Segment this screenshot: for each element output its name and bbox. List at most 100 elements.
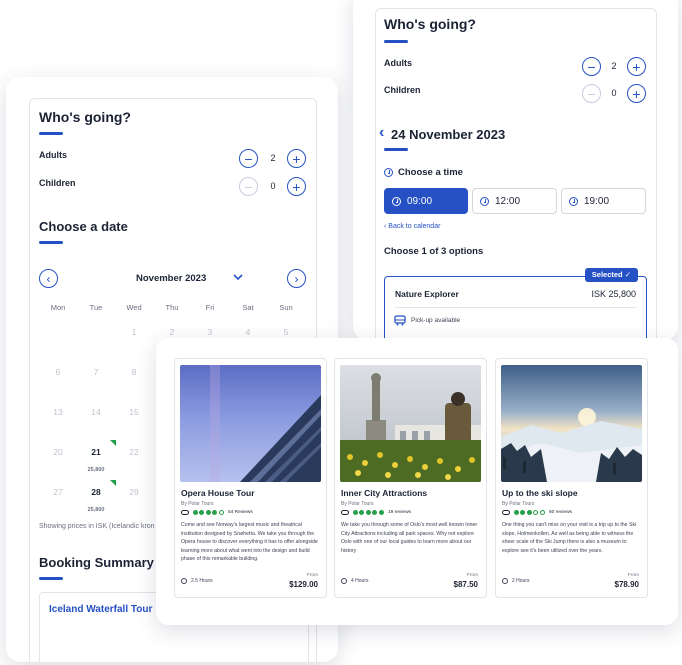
tour-duration: 4 Hours (341, 578, 369, 584)
time-slot-1200[interactable]: 12:00 (472, 188, 557, 214)
plus-icon: + (292, 178, 301, 195)
clock-icon (569, 196, 578, 206)
tour-rating: 19 reviews (341, 510, 411, 515)
calendar-day: 29 (129, 487, 139, 497)
tour-description: Come and see Norway's largest music and … (181, 522, 318, 562)
tour-card[interactable]: Inner City Attractions By Polar Tours 19… (334, 358, 487, 598)
ski-slope-illustration (501, 408, 642, 482)
calendar-day: 13 (53, 407, 63, 417)
adults-minus-button[interactable]: − (239, 149, 258, 168)
clock-icon (392, 196, 401, 206)
children-label: Children (39, 178, 76, 188)
weekday-label: Thu (165, 303, 179, 312)
review-count: 60 reviews (549, 510, 572, 515)
tour-title[interactable]: Up to the ski slope (502, 488, 578, 498)
plus-icon: + (632, 85, 641, 102)
calendar-day: 2 (169, 327, 175, 337)
tour-title[interactable]: Inner City Attractions (341, 488, 427, 498)
rating-dot-empty (539, 510, 545, 515)
minus-icon: − (244, 150, 253, 167)
rating-dot-filled (520, 510, 525, 515)
tour-operator: By Polar Tours (341, 501, 374, 507)
choose-time-heading: Choose a time (384, 167, 463, 178)
rating-dot-filled (192, 510, 198, 515)
whos-going-title: Who's going? (384, 16, 476, 32)
clock-icon (181, 578, 187, 584)
chevron-left-icon: ‹ (46, 271, 51, 286)
children-count: 0 (611, 88, 617, 98)
calendar-day: 14 (91, 407, 101, 417)
adults-minus-button[interactable]: − (582, 57, 601, 76)
plus-icon: + (292, 150, 301, 167)
rating-dot-filled (352, 510, 358, 515)
rating-dot-filled (365, 510, 371, 515)
tour-price: $78.90 (614, 580, 639, 589)
time-slot-1900[interactable]: 19:00 (561, 188, 646, 214)
calendar-day: 1 (131, 327, 137, 337)
summary-tour-name: Iceland Waterfall Tour (49, 604, 153, 615)
adults-count: 2 (611, 61, 617, 71)
minus-icon: − (587, 85, 596, 102)
rating-dot-empty (533, 510, 538, 515)
title-underline (384, 148, 408, 151)
day-price: 25,800 (87, 467, 105, 473)
tour-card[interactable]: Opera House Tour By Polar Tours 54 Revie… (174, 358, 327, 598)
calendar-day: 8 (131, 367, 137, 377)
tour-image-ski (501, 365, 642, 482)
option-card-nature-explorer[interactable]: Selected ✓ Nature Explorer ISK 25,800 Pi… (384, 268, 647, 340)
adults-plus-button[interactable]: + (287, 149, 306, 168)
children-plus-button[interactable]: + (627, 84, 646, 103)
duration-text: 2 Hours (512, 578, 530, 584)
children-minus-button[interactable]: − (582, 84, 601, 103)
calendar-day: 5 (283, 327, 289, 337)
clock-icon (384, 168, 393, 177)
rating-dot-filled (212, 510, 217, 515)
adults-label: Adults (384, 58, 412, 68)
duration-text: 2.5 Hours (191, 578, 213, 584)
tripadvisor-owl-icon (181, 510, 189, 515)
back-to-calendar-chevron[interactable]: ‹ (379, 124, 384, 142)
whos-going-title: Who's going? (39, 109, 131, 125)
adults-label: Adults (39, 150, 67, 160)
prev-month-button[interactable]: ‹ (39, 269, 58, 288)
calendar-day: 3 (207, 327, 213, 337)
clock-icon (480, 196, 489, 206)
calendar-day: 4 (245, 327, 251, 337)
tour-duration: 2 Hours (502, 578, 530, 584)
time-label: 09:00 (407, 195, 433, 207)
availability-marker (110, 440, 116, 446)
calendar-day-available[interactable]: 21 (84, 447, 108, 457)
rating-dot-filled (359, 510, 364, 515)
choose-time-label: Choose a time (398, 167, 463, 178)
from-label: From (466, 573, 478, 578)
time-slot-0900[interactable]: 09:00 (384, 188, 468, 214)
children-minus-button[interactable]: − (239, 177, 258, 196)
selected-date-title: 24 November 2023 (391, 127, 506, 142)
right-booking-panel: Who's going? Adults − 2 + Children − 0 +… (353, 0, 678, 340)
option-price: ISK 25,800 (591, 289, 636, 299)
rating-dot-filled (372, 510, 377, 515)
children-count: 0 (270, 181, 276, 191)
tripadvisor-owl-icon (341, 510, 349, 515)
chevron-down-icon[interactable] (233, 274, 243, 281)
options-title: Choose 1 of 3 options (384, 246, 484, 257)
bus-icon (394, 315, 406, 326)
adults-plus-button[interactable]: + (627, 57, 646, 76)
choose-date-title: Choose a date (39, 219, 128, 234)
availability-marker (110, 480, 116, 486)
option-name: Nature Explorer (395, 289, 459, 299)
opera-house-illustration (210, 365, 321, 482)
booking-summary-title: Booking Summary (39, 555, 154, 570)
back-to-calendar-link[interactable]: ‹ Back to calendar (384, 223, 440, 230)
clock-icon (341, 578, 347, 584)
rating-dot-filled (526, 510, 532, 515)
calendar-day: 20 (53, 447, 63, 457)
tour-card[interactable]: Up to the ski slope By Polar Tours 60 re… (495, 358, 648, 598)
month-label: November 2023 (136, 273, 207, 284)
calendar-day-available[interactable]: 28 (84, 487, 108, 497)
children-plus-button[interactable]: + (287, 177, 306, 196)
next-month-button[interactable]: › (287, 269, 306, 288)
weekday-label: Wed (126, 303, 142, 312)
tour-title[interactable]: Opera House Tour (181, 488, 255, 498)
tour-rating: 54 Reviews (181, 510, 253, 515)
